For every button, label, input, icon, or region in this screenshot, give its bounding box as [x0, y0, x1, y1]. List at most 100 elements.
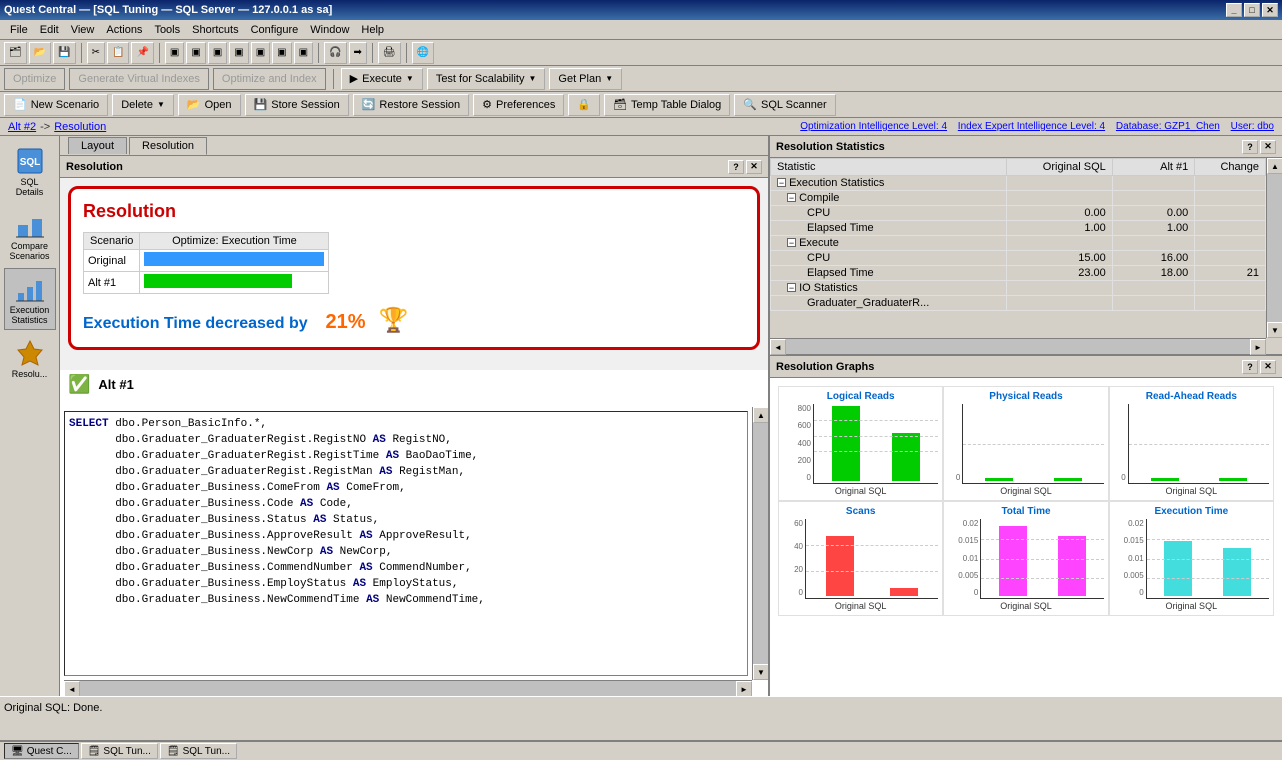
graduater-alt1 — [1112, 296, 1195, 311]
generate-virtual-indexes-btn[interactable]: Generate Virtual Indexes — [69, 68, 208, 90]
sidebar-item-sql-details[interactable]: SQL SQLDetails — [4, 140, 56, 202]
tb-open[interactable]: 📂 — [29, 42, 51, 64]
temp-table-btn[interactable]: 🗃 Temp Table Dialog — [604, 94, 730, 116]
sidebar-item-resolution[interactable]: Resolu... — [4, 332, 56, 384]
sql-as-7: AS — [359, 530, 372, 542]
panel-close-btn[interactable]: ✕ — [746, 160, 762, 174]
et-bar1 — [1164, 541, 1192, 596]
stats-h-track[interactable] — [786, 339, 1250, 354]
stats-help-btn[interactable]: ? — [1242, 140, 1258, 154]
minimize-btn[interactable]: _ — [1226, 3, 1242, 17]
graphs-help-btn[interactable]: ? — [1242, 360, 1258, 374]
tb-paste[interactable]: 📌 — [131, 42, 153, 64]
stats-scroll-down[interactable]: ▼ — [1267, 322, 1282, 338]
menu-configure[interactable]: Configure — [245, 22, 305, 38]
menu-view[interactable]: View — [65, 22, 101, 38]
menu-edit[interactable]: Edit — [34, 22, 65, 38]
stats-scrollbar-h[interactable]: ◄ ► — [770, 338, 1266, 354]
preferences-btn[interactable]: ⚙ Preferences — [473, 94, 564, 116]
sql-scrollbar-v[interactable]: ▲ ▼ — [752, 407, 768, 680]
stats-scroll-up[interactable]: ▲ — [1267, 158, 1282, 174]
resolution-tab-btn[interactable]: Resolution — [129, 137, 207, 155]
menu-tools[interactable]: Tools — [148, 22, 186, 38]
sql-area[interactable]: SELECT dbo.Person_BasicInfo.*, dbo.Gradu… — [64, 411, 748, 676]
io-expand[interactable]: − — [787, 283, 796, 292]
execute-btn[interactable]: ▶ Execute ▼ — [341, 68, 423, 90]
store-session-btn[interactable]: 💾 Store Session — [245, 94, 349, 116]
tb-b4[interactable]: ▣ — [229, 42, 248, 64]
layout-tab-btn[interactable]: Layout — [68, 137, 127, 154]
menu-actions[interactable]: Actions — [100, 22, 148, 38]
sql-scrollbar-h[interactable]: ◄ ► — [64, 680, 752, 696]
breadcrumb-alt2[interactable]: Alt #2 — [8, 121, 36, 133]
stats-scrollbar-v[interactable]: ▲ ▼ — [1266, 158, 1282, 338]
tb-b7[interactable]: ▣ — [294, 42, 313, 64]
action-toolbar: Optimize Generate Virtual Indexes Optimi… — [0, 66, 1282, 92]
optimization-level[interactable]: Optimization Intelligence Level: 4 — [800, 121, 947, 132]
delete-dropdown-arrow[interactable]: ▼ — [157, 100, 165, 109]
tb-globe[interactable]: 🌐 — [412, 42, 434, 64]
execute-dropdown-arrow[interactable]: ▼ — [406, 74, 414, 83]
decrease-pct: 21% — [325, 311, 365, 333]
exec-stats-expand[interactable]: − — [777, 178, 786, 187]
stats-scroll-right[interactable]: ► — [1250, 339, 1266, 355]
scalability-dropdown-arrow[interactable]: ▼ — [528, 74, 536, 83]
tb-b1[interactable]: ▣ — [165, 42, 184, 64]
sql-scanner-icon: 🔍 — [743, 98, 757, 111]
taskbar-sql-tun-2[interactable]: 🗒 SQL Tun... — [160, 743, 237, 759]
stats-close-btn[interactable]: ✕ — [1260, 140, 1276, 154]
tb-printer[interactable]: 🖨 — [378, 42, 401, 64]
tb-arrow[interactable]: ➡ — [349, 42, 367, 64]
delete-btn[interactable]: Delete ▼ — [112, 94, 174, 116]
scroll-down-btn[interactable]: ▼ — [753, 664, 768, 680]
test-scalability-btn[interactable]: Test for Scalability ▼ — [427, 68, 546, 90]
menu-window[interactable]: Window — [304, 22, 355, 38]
maximize-btn[interactable]: □ — [1244, 3, 1260, 17]
execute-expand[interactable]: − — [787, 238, 796, 247]
scroll-track-v[interactable] — [753, 423, 768, 664]
user-info[interactable]: User: dbo — [1231, 121, 1274, 132]
sql-scanner-btn[interactable]: 🔍 SQL Scanner — [734, 94, 835, 116]
open-btn[interactable]: 📂 Open — [178, 94, 241, 116]
get-plan-dropdown-arrow[interactable]: ▼ — [605, 74, 613, 83]
optimize-and-index-btn[interactable]: Optimize and Index — [213, 68, 326, 90]
compile-expand[interactable]: − — [787, 193, 796, 202]
lock-btn[interactable]: 🔒 — [568, 94, 600, 116]
database-info[interactable]: Database: GZP1_Chen — [1116, 121, 1220, 132]
taskbar-sql1-icon: 🗒 — [88, 746, 101, 757]
index-expert-level[interactable]: Index Expert Intelligence Level: 4 — [958, 121, 1105, 132]
tb-copy[interactable]: 📋 — [107, 42, 129, 64]
tb-new[interactable]: 🗂 — [4, 42, 27, 64]
lr-label: Original SQL — [835, 486, 887, 496]
menu-help[interactable]: Help — [355, 22, 390, 38]
tb-headphone[interactable]: 🎧 — [324, 42, 346, 64]
menu-file[interactable]: File — [4, 22, 34, 38]
tb-b2[interactable]: ▣ — [186, 42, 205, 64]
scroll-up-btn[interactable]: ▲ — [753, 407, 768, 423]
graphs-close-btn[interactable]: ✕ — [1260, 360, 1276, 374]
sidebar-item-compare[interactable]: CompareScenarios — [4, 204, 56, 266]
tb-cut[interactable]: ✂ — [87, 42, 105, 64]
taskbar-quest[interactable]: 🖥 Quest C... — [4, 743, 79, 759]
scroll-track-h[interactable] — [80, 681, 736, 696]
panel-help-btn[interactable]: ? — [728, 160, 744, 174]
tb-b6[interactable]: ▣ — [272, 42, 291, 64]
scroll-left-btn[interactable]: ◄ — [64, 681, 80, 696]
stats-scroll-left[interactable]: ◄ — [770, 339, 786, 355]
sidebar-item-execution[interactable]: ExecutionStatistics — [4, 268, 56, 330]
close-btn[interactable]: ✕ — [1262, 3, 1278, 17]
new-scenario-btn[interactable]: 📄 New Scenario — [4, 94, 108, 116]
stats-scroll-wrapper[interactable]: Statistic Original SQL Alt #1 Change − E… — [770, 158, 1266, 338]
stats-scroll-track[interactable] — [1267, 174, 1282, 322]
breadcrumb-resolution[interactable]: Resolution — [54, 121, 106, 133]
tb-b3[interactable]: ▣ — [208, 42, 227, 64]
taskbar-sql-tun-1[interactable]: 🗒 SQL Tun... — [81, 743, 158, 759]
get-plan-btn[interactable]: Get Plan ▼ — [549, 68, 622, 90]
optimize-btn[interactable]: Optimize — [4, 68, 65, 90]
tb-b5[interactable]: ▣ — [251, 42, 270, 64]
restore-session-btn[interactable]: 🔄 Restore Session — [353, 94, 469, 116]
menu-shortcuts[interactable]: Shortcuts — [186, 22, 244, 38]
title-text: Quest Central — [SQL Tuning — SQL Server… — [4, 4, 332, 16]
tb-save[interactable]: 💾 — [53, 42, 75, 64]
scroll-right-btn[interactable]: ► — [736, 681, 752, 696]
